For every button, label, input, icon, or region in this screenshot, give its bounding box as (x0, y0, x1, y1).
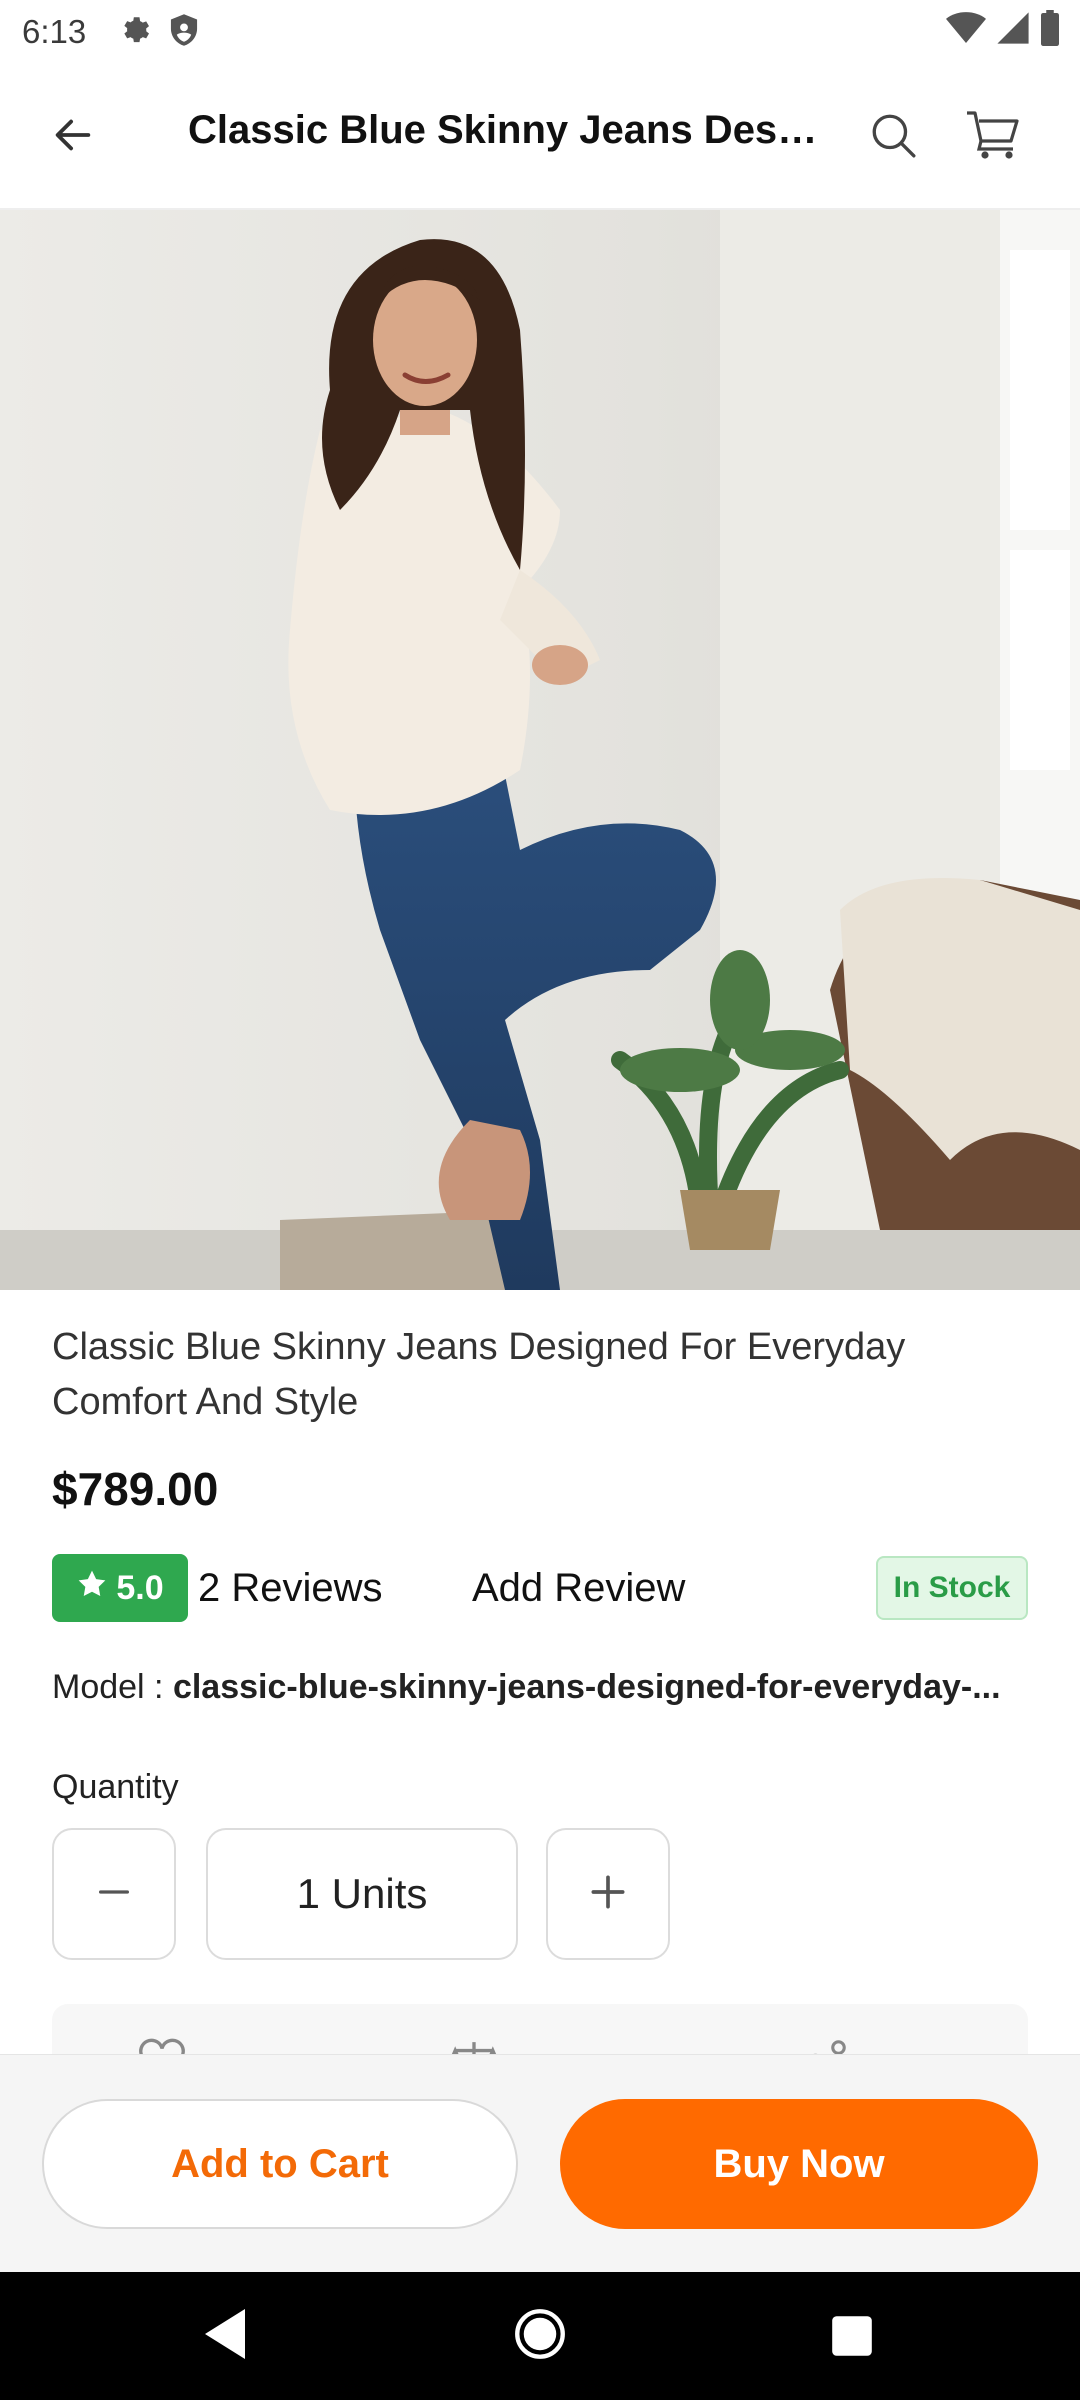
rating-row: 5.0 2 Reviews Add Review In Stock (52, 1554, 1028, 1622)
star-icon (76, 1568, 108, 1609)
shield-icon (168, 13, 200, 52)
status-time: 6:13 (22, 13, 87, 50)
nav-back-icon[interactable] (200, 2306, 250, 2367)
product-title: Classic Blue Skinny Jeans Designed For E… (52, 1326, 906, 1423)
status-icons-left (116, 13, 200, 52)
product-image[interactable] (0, 210, 1080, 1290)
model-value: classic-blue-skinny-jeans-designed-for-e… (172, 1668, 1001, 1706)
add-to-cart-button[interactable]: Add to Cart (42, 2099, 518, 2229)
product-photo (0, 210, 1080, 1290)
bottom-action-bar: Add to Cart Buy Now (0, 2054, 1080, 2272)
quantity-value[interactable]: 1 Units (206, 1828, 518, 1960)
rating-badge: 5.0 (52, 1554, 188, 1622)
quantity-increase-button[interactable] (546, 1828, 670, 1960)
model-label: Model : (52, 1668, 173, 1706)
plus-icon (586, 1870, 630, 1919)
cart-icon (965, 109, 1021, 166)
nav-home-icon[interactable] (514, 2308, 566, 2365)
search-icon (868, 110, 918, 165)
wifi-icon (946, 11, 986, 50)
status-bar: 6:13 (0, 0, 1080, 64)
buy-now-button[interactable]: Buy Now (560, 2099, 1038, 2229)
add-review-link[interactable]: Add Review (472, 1566, 685, 1611)
page-title: Classic Blue Skinny Jeans Desi... (188, 108, 818, 152)
system-nav-bar (0, 2272, 1080, 2400)
gear-icon (116, 13, 150, 52)
quantity-label: Quantity (52, 1768, 179, 1806)
status-icons-right (946, 10, 1060, 51)
quantity-decrease-button[interactable] (52, 1828, 176, 1960)
rating-value: 5.0 (116, 1568, 164, 1607)
product-price: $789.00 (52, 1463, 219, 1515)
back-arrow-icon (50, 112, 96, 163)
battery-icon (1040, 10, 1060, 51)
model-row: Model : classic-blue-skinny-jeans-design… (52, 1668, 1028, 1707)
nav-recents-icon[interactable] (830, 2314, 874, 2363)
signal-icon (996, 11, 1030, 50)
cart-button[interactable] (958, 102, 1028, 172)
minus-icon (94, 1872, 134, 1917)
top-app-bar: Classic Blue Skinny Jeans Desi... (0, 64, 1080, 210)
stock-badge: In Stock (876, 1556, 1028, 1620)
back-button[interactable] (40, 104, 106, 170)
reviews-link[interactable]: 2 Reviews (198, 1566, 383, 1611)
search-button[interactable] (858, 102, 928, 172)
